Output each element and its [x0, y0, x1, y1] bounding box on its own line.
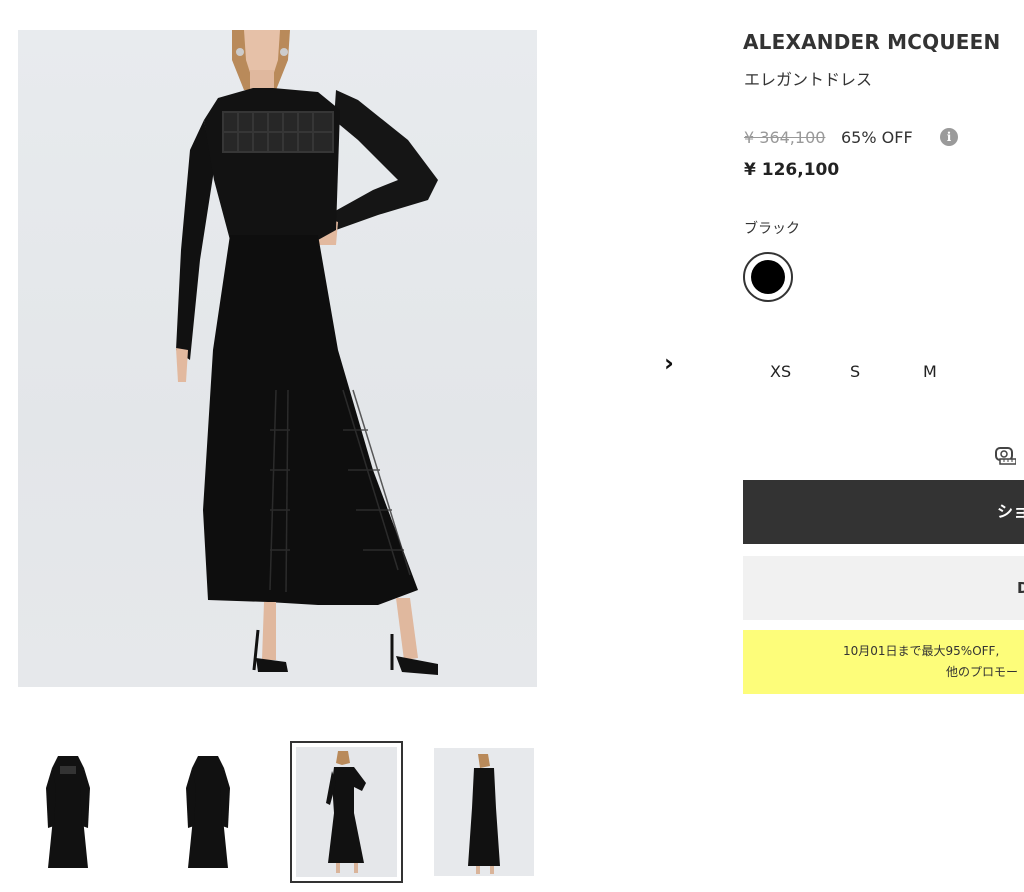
sale-price: ¥ 126,100: [744, 160, 840, 180]
thumbnail-3-selected[interactable]: [290, 741, 403, 883]
main-product-image: [18, 30, 537, 687]
model-front-thumbnail-image: [296, 747, 397, 877]
add-to-cart-button[interactable]: ショ: [743, 480, 1024, 544]
discount-badge: 65% OFF: [841, 128, 913, 147]
color-swatch-black[interactable]: [743, 252, 793, 302]
model-side-thumbnail-image: [468, 754, 500, 874]
promo-line-2: 他のプロモー: [946, 665, 1019, 679]
product-title: エレガントドレス: [744, 70, 873, 89]
thumbnail-4[interactable]: [434, 748, 534, 876]
color-label: ブラック: [744, 221, 800, 237]
size-option-m[interactable]: M: [923, 362, 937, 381]
thumbnail-2[interactable]: [158, 748, 258, 876]
original-price: ¥ 364,100: [744, 128, 826, 147]
thumbnail-1[interactable]: [18, 748, 118, 876]
measuring-tape-icon[interactable]: [994, 444, 1017, 466]
promo-line-1: 10月01日まで最大95%OFF,: [843, 644, 1000, 658]
chevron-right-icon: ›: [664, 349, 674, 377]
next-image-arrow[interactable]: ›: [656, 346, 682, 380]
info-icon[interactable]: i: [940, 128, 958, 146]
promo-banner: 10月01日まで最大95%OFF, 他のプロモー: [743, 630, 1024, 694]
brand-name: ALEXANDER MCQUEEN: [743, 30, 1001, 54]
size-option-xs[interactable]: XS: [770, 362, 791, 381]
secondary-action-button[interactable]: D: [743, 556, 1024, 620]
add-to-cart-label: ショ: [997, 502, 1024, 521]
secondary-action-label: D: [1017, 579, 1024, 597]
size-option-s[interactable]: S: [850, 362, 860, 381]
dress-back-thumbnail-image: [186, 756, 230, 868]
dress-front-thumbnail-image: [46, 756, 90, 868]
